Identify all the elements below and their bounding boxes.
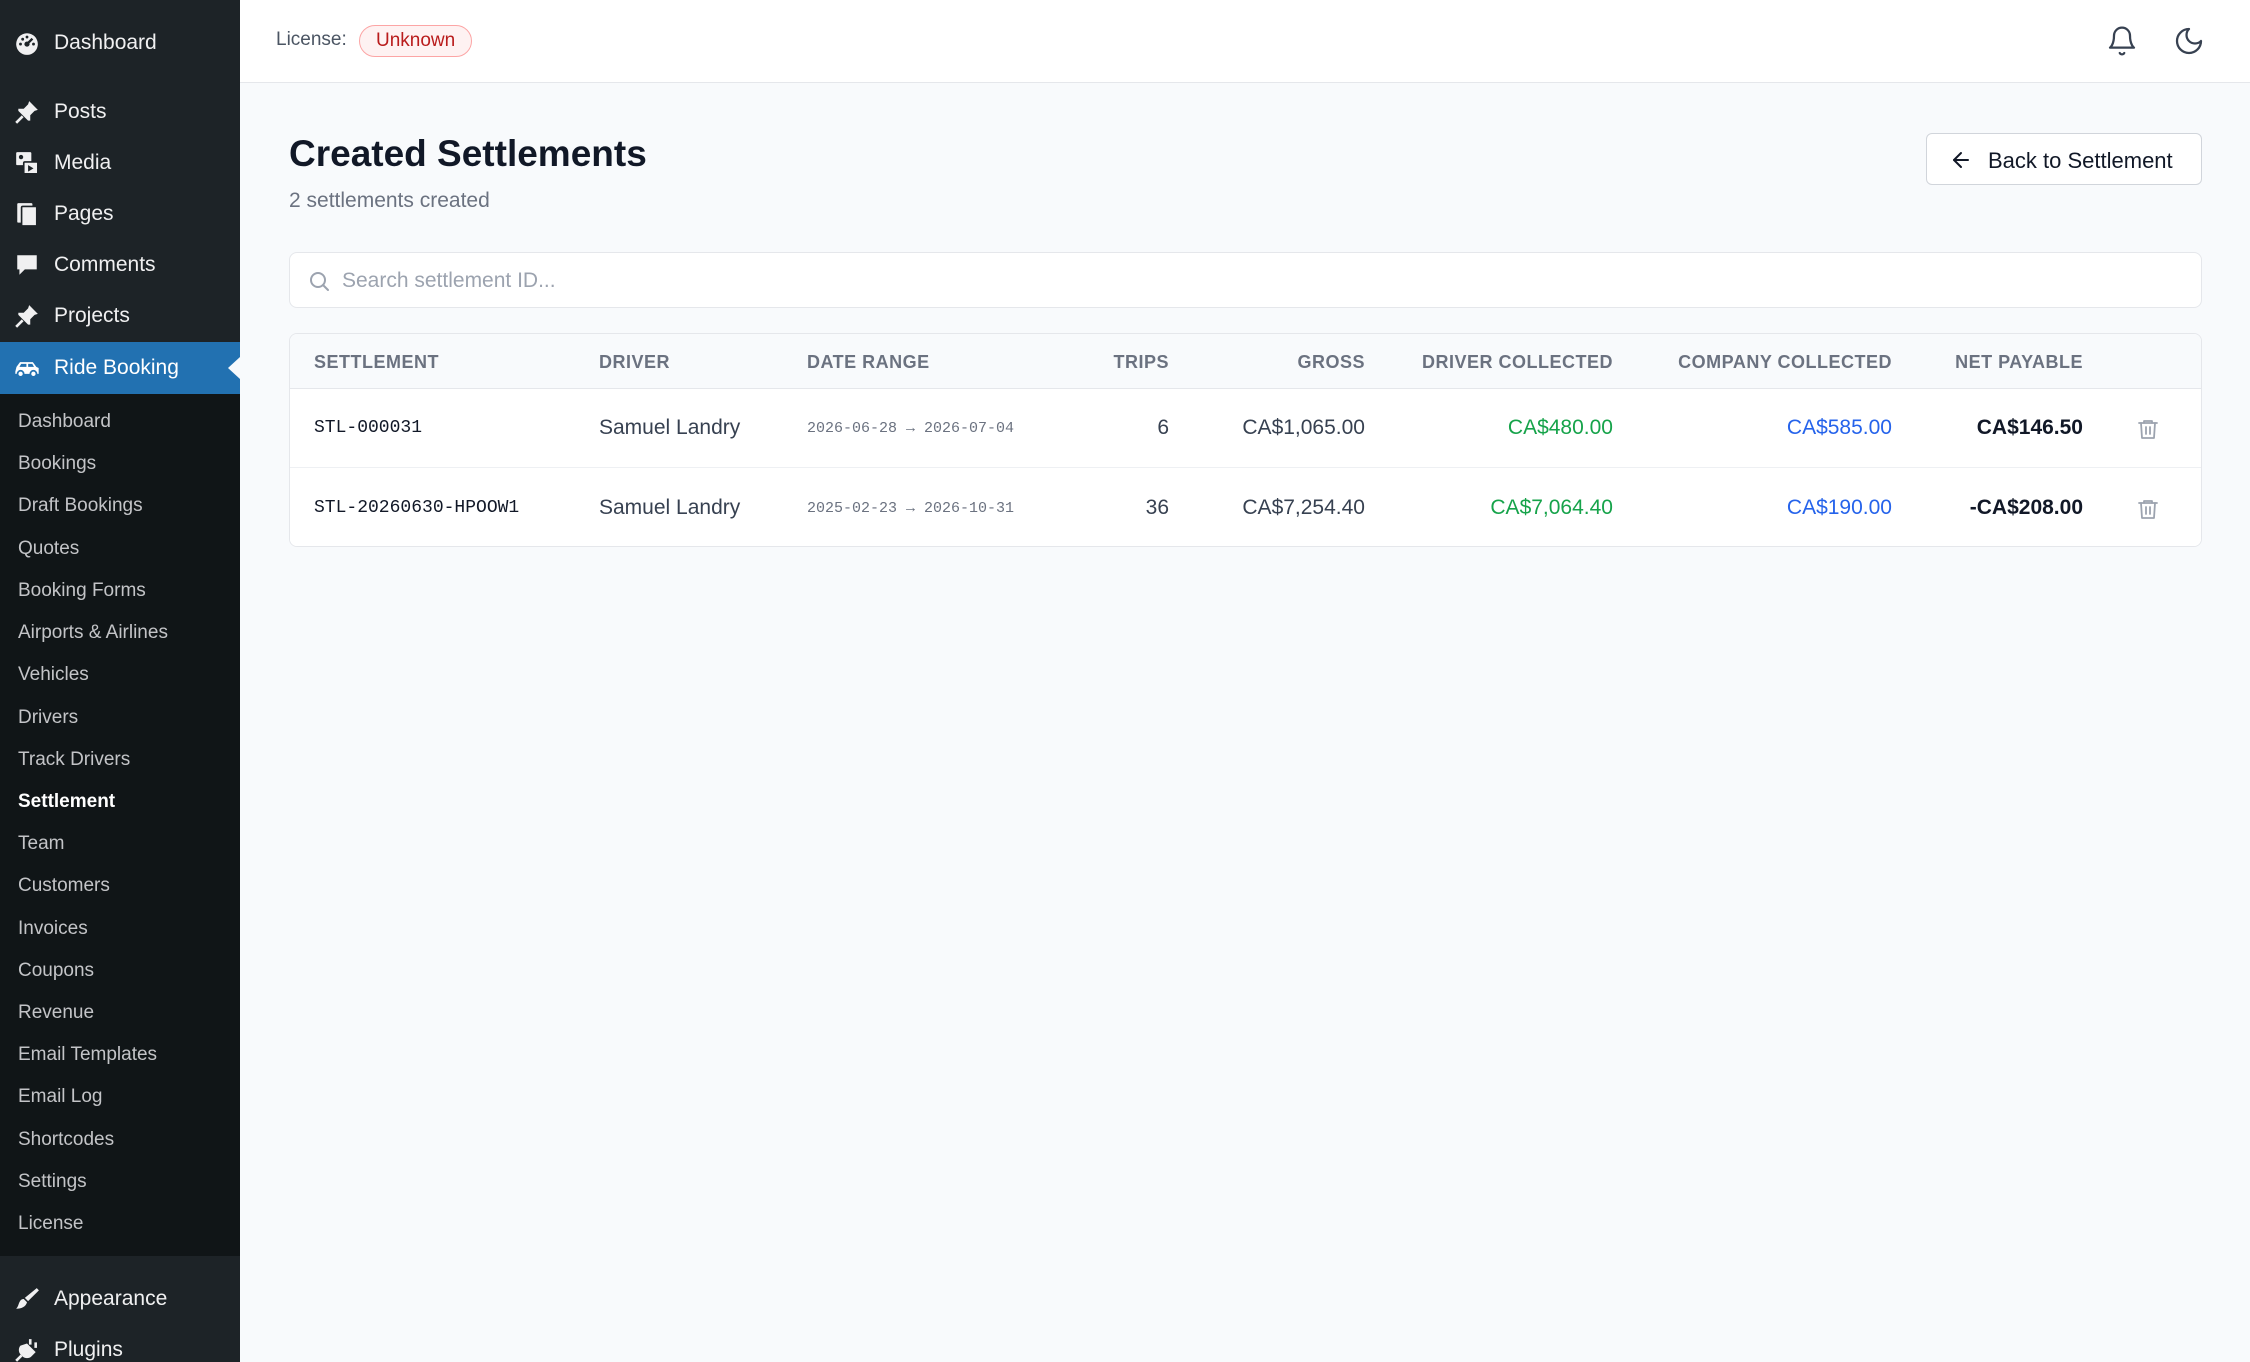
license-label: License: bbox=[276, 29, 347, 50]
admin-sidebar: Dashboard Posts Media Pages Comments Pro… bbox=[0, 0, 240, 1362]
driver-name: Samuel Landry bbox=[599, 416, 741, 439]
column-header-net-payable[interactable]: NET PAYABLE bbox=[1955, 352, 2083, 373]
arrow-left-icon bbox=[1949, 148, 1973, 172]
pin-icon bbox=[13, 302, 41, 330]
pages-icon bbox=[13, 200, 41, 228]
sidebar-item-label: Pages bbox=[54, 202, 114, 225]
sidebar-item-label: Ride Booking bbox=[54, 356, 179, 379]
gross-amount: CA$1,065.00 bbox=[1242, 416, 1365, 439]
table-header: SETTLEMENT DRIVER DATE RANGE TRIPS GROSS… bbox=[290, 334, 2201, 389]
driver-name: Samuel Landry bbox=[599, 496, 741, 519]
brush-icon bbox=[13, 1285, 41, 1313]
submenu-item-drivers[interactable]: Drivers bbox=[18, 707, 78, 729]
back-to-settlement-button[interactable]: Back to Settlement bbox=[1926, 133, 2202, 185]
sidebar-item-label: Projects bbox=[54, 304, 130, 327]
driver-collected-amount: CA$7,064.40 bbox=[1490, 496, 1613, 519]
sidebar-item-appearance[interactable]: Appearance bbox=[0, 1276, 240, 1322]
net-payable-amount: -CA$208.00 bbox=[1969, 496, 2083, 519]
search-input[interactable] bbox=[342, 261, 2182, 301]
submenu-item-shortcodes[interactable]: Shortcodes bbox=[18, 1129, 114, 1151]
column-header-company-collected[interactable]: COMPANY COLLECTED bbox=[1678, 352, 1892, 373]
sidebar-item-label: Dashboard bbox=[54, 31, 157, 54]
submenu-item-revenue[interactable]: Revenue bbox=[18, 1002, 94, 1024]
pin-icon bbox=[13, 98, 41, 126]
table-row[interactable]: STL-20260630-HPOOW1 Samuel Landry 2025-0… bbox=[290, 469, 2201, 546]
top-bar: License: Unknown bbox=[240, 0, 2250, 83]
column-header-date-range[interactable]: DATE RANGE bbox=[807, 352, 930, 373]
submenu-item-airports-airlines[interactable]: Airports & Airlines bbox=[18, 622, 168, 644]
delete-trash-icon[interactable] bbox=[2136, 416, 2160, 442]
sidebar-item-media[interactable]: Media bbox=[0, 140, 240, 186]
table-row[interactable]: STL-000031 Samuel Landry 2026-06-28 → 20… bbox=[290, 389, 2201, 468]
sidebar-item-posts[interactable]: Posts bbox=[0, 89, 240, 135]
sidebar-item-ride-booking[interactable]: Ride Booking bbox=[0, 342, 240, 394]
submenu-item-dashboard[interactable]: Dashboard bbox=[18, 411, 111, 433]
date-range: 2026-06-28 → 2026-07-04 bbox=[807, 420, 1015, 437]
media-icon bbox=[13, 149, 41, 177]
sidebar-item-label: Media bbox=[54, 151, 112, 174]
sidebar-item-comments[interactable]: Comments bbox=[0, 242, 240, 288]
submenu-item-track-drivers[interactable]: Track Drivers bbox=[18, 749, 130, 771]
gross-amount: CA$7,254.40 bbox=[1242, 496, 1365, 519]
column-header-driver[interactable]: DRIVER bbox=[599, 352, 670, 373]
sidebar-item-projects[interactable]: Projects bbox=[0, 293, 240, 339]
back-button-label: Back to Settlement bbox=[1988, 148, 2173, 173]
date-range: 2025-02-23 → 2026-10-31 bbox=[807, 500, 1015, 517]
sidebar-item-label: Comments bbox=[54, 253, 156, 276]
settlement-id: STL-20260630-HPOOW1 bbox=[314, 498, 520, 518]
settlements-table: SETTLEMENT DRIVER DATE RANGE TRIPS GROSS… bbox=[289, 333, 2202, 547]
plugin-icon bbox=[13, 1336, 41, 1362]
submenu-item-invoices[interactable]: Invoices bbox=[18, 918, 88, 940]
sidebar-item-dashboard[interactable]: Dashboard bbox=[0, 20, 240, 66]
settlement-id: STL-000031 bbox=[314, 418, 423, 438]
car-icon bbox=[13, 354, 41, 382]
submenu-item-customers[interactable]: Customers bbox=[18, 875, 110, 897]
search-box bbox=[289, 252, 2202, 308]
submenu-item-booking-forms[interactable]: Booking Forms bbox=[18, 580, 146, 602]
submenu-item-bookings[interactable]: Bookings bbox=[18, 453, 96, 475]
dashboard-icon bbox=[13, 29, 41, 57]
submenu-item-settings[interactable]: Settings bbox=[18, 1171, 87, 1193]
submenu-item-quotes[interactable]: Quotes bbox=[18, 538, 79, 560]
submenu-item-draft-bookings[interactable]: Draft Bookings bbox=[18, 495, 143, 517]
dark-mode-toggle-moon-icon[interactable] bbox=[2173, 25, 2205, 57]
submenu-item-email-log[interactable]: Email Log bbox=[18, 1086, 103, 1108]
search-icon bbox=[307, 269, 331, 293]
submenu-item-vehicles[interactable]: Vehicles bbox=[18, 664, 89, 686]
sidebar-item-label: Appearance bbox=[54, 1287, 168, 1310]
submenu-item-coupons[interactable]: Coupons bbox=[18, 960, 94, 982]
notifications-bell-icon[interactable] bbox=[2106, 25, 2138, 57]
submenu-item-email-templates[interactable]: Email Templates bbox=[18, 1044, 157, 1066]
delete-trash-icon[interactable] bbox=[2136, 496, 2160, 522]
column-header-settlement[interactable]: SETTLEMENT bbox=[314, 352, 439, 373]
comment-icon bbox=[13, 251, 41, 279]
sidebar-item-plugins[interactable]: Plugins bbox=[0, 1327, 240, 1362]
net-payable-amount: CA$146.50 bbox=[1976, 416, 2083, 439]
column-header-driver-collected[interactable]: DRIVER COLLECTED bbox=[1422, 352, 1613, 373]
sidebar-item-label: Posts bbox=[54, 100, 107, 123]
page-subtitle: 2 settlements created bbox=[289, 189, 490, 212]
sidebar-item-pages[interactable]: Pages bbox=[0, 191, 240, 237]
submenu-item-license[interactable]: License bbox=[18, 1213, 84, 1235]
column-header-gross[interactable]: GROSS bbox=[1297, 352, 1365, 373]
sidebar-item-label: Plugins bbox=[54, 1338, 123, 1361]
trips-count: 6 bbox=[1157, 416, 1169, 439]
license-status-badge: Unknown bbox=[359, 25, 473, 57]
column-header-trips[interactable]: TRIPS bbox=[1113, 352, 1169, 373]
trips-count: 36 bbox=[1145, 496, 1169, 519]
ride-booking-submenu: Dashboard Bookings Draft Bookings Quotes… bbox=[0, 394, 240, 1256]
submenu-item-settlement[interactable]: Settlement bbox=[18, 791, 115, 813]
company-collected-amount: CA$585.00 bbox=[1786, 416, 1892, 439]
page-title: Created Settlements bbox=[289, 133, 647, 174]
submenu-item-team[interactable]: Team bbox=[18, 833, 64, 855]
driver-collected-amount: CA$480.00 bbox=[1507, 416, 1613, 439]
company-collected-amount: CA$190.00 bbox=[1786, 496, 1892, 519]
